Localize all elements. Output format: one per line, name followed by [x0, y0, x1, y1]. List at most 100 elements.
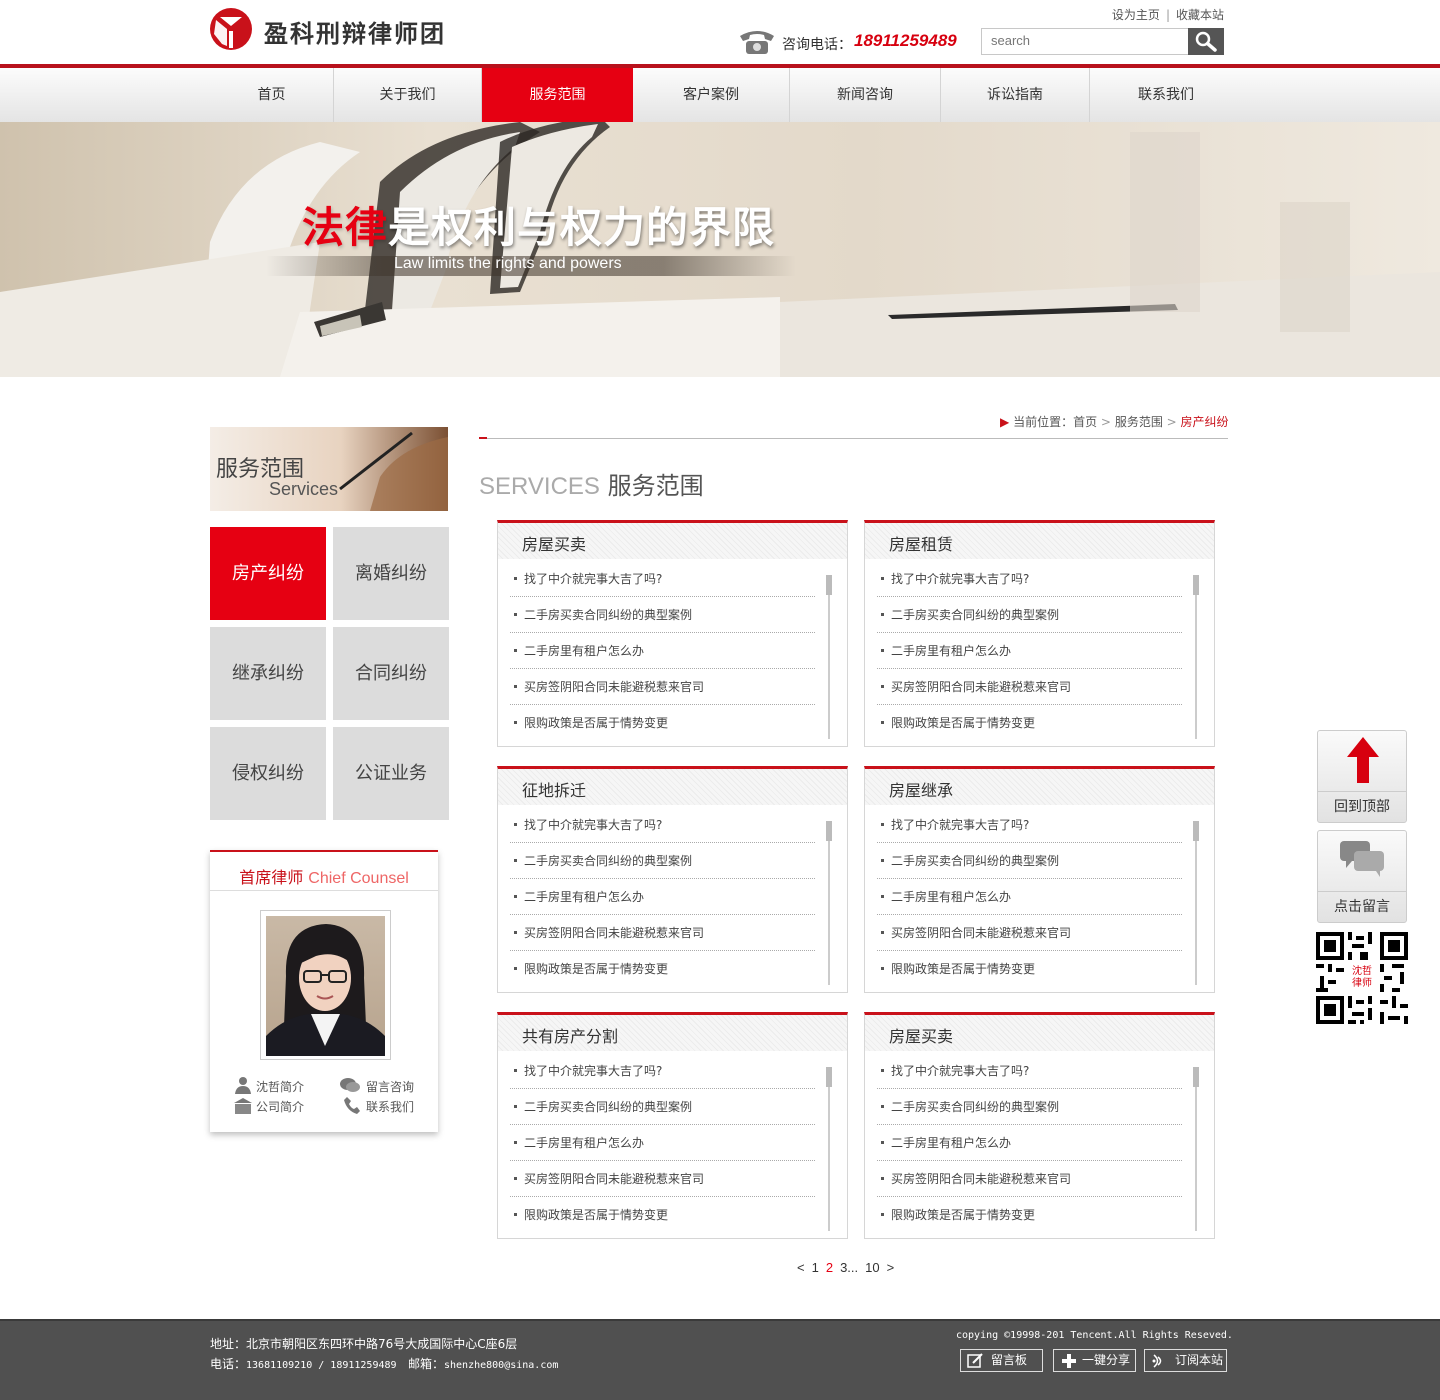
list-scrollbar[interactable]	[1193, 1067, 1199, 1231]
article-link[interactable]: 买房签阴阳合同未能避税惹来官司	[524, 1172, 704, 1186]
list-item[interactable]: 买房签阴阳合同未能避税惹来官司	[877, 1161, 1182, 1197]
category-tort[interactable]: 侵权纠纷	[210, 727, 326, 820]
footer-guestbook-button[interactable]: 留言板	[960, 1349, 1043, 1372]
list-item[interactable]: 二手房买卖合同纠纷的典型案例	[510, 843, 815, 879]
article-link[interactable]: 限购政策是否属于情势变更	[891, 962, 1035, 976]
nav-item-services[interactable]: 服务范围	[482, 68, 633, 122]
list-item[interactable]: 限购政策是否属于情势变更	[510, 705, 815, 741]
article-link[interactable]: 找了中介就完事大吉了吗?	[524, 1064, 662, 1078]
set-homepage-link[interactable]: 设为主页	[1112, 8, 1160, 22]
list-item[interactable]: 限购政策是否属于情势变更	[510, 1197, 815, 1233]
footer-email[interactable]: shenzhe800@sina.com	[444, 1360, 558, 1371]
list-item[interactable]: 买房签阴阳合同未能避税惹来官司	[877, 669, 1182, 705]
list-scrollbar[interactable]	[1193, 575, 1199, 739]
list-item[interactable]: 二手房买卖合同纠纷的典型案例	[510, 1089, 815, 1125]
list-item[interactable]: 二手房买卖合同纠纷的典型案例	[877, 597, 1182, 633]
list-item[interactable]: 找了中介就完事大吉了吗?	[510, 807, 815, 843]
article-link[interactable]: 二手房里有租户怎么办	[524, 644, 644, 658]
nav-item-guide[interactable]: 诉讼指南	[941, 68, 1090, 122]
article-link[interactable]: 二手房里有租户怎么办	[524, 890, 644, 904]
service-box-title[interactable]: 共有房产分割	[522, 1023, 618, 1047]
article-link[interactable]: 找了中介就完事大吉了吗?	[891, 818, 1029, 832]
breadcrumb-home[interactable]: 首页	[1073, 415, 1097, 429]
list-scrollbar[interactable]	[826, 1067, 832, 1231]
article-link[interactable]: 买房签阴阳合同未能避税惹来官司	[891, 680, 1071, 694]
list-item[interactable]: 二手房里有租户怎么办	[510, 633, 815, 669]
article-link[interactable]: 买房签阴阳合同未能避税惹来官司	[891, 926, 1071, 940]
list-item[interactable]: 二手房里有租户怎么办	[877, 633, 1182, 669]
article-link[interactable]: 买房签阴阳合同未能避税惹来官司	[524, 926, 704, 940]
article-link[interactable]: 找了中介就完事大吉了吗?	[524, 818, 662, 832]
article-link[interactable]: 二手房买卖合同纠纷的典型案例	[891, 854, 1059, 868]
list-item[interactable]: 买房签阴阳合同未能避税惹来官司	[510, 915, 815, 951]
article-link[interactable]: 限购政策是否属于情势变更	[891, 1208, 1035, 1222]
category-inheritance[interactable]: 继承纠纷	[210, 627, 326, 720]
article-link[interactable]: 二手房里有租户怎么办	[891, 890, 1011, 904]
list-item[interactable]: 二手房里有租户怎么办	[877, 879, 1182, 915]
list-item[interactable]: 二手房里有租户怎么办	[877, 1125, 1182, 1161]
contact-us-link[interactable]: 联系我们	[366, 1098, 414, 1115]
pager-page-1[interactable]: 1	[812, 1260, 819, 1275]
list-item[interactable]: 找了中介就完事大吉了吗?	[877, 1053, 1182, 1089]
list-item[interactable]: 限购政策是否属于情势变更	[510, 951, 815, 987]
article-link[interactable]: 限购政策是否属于情势变更	[524, 1208, 668, 1222]
service-box-title[interactable]: 房屋继承	[889, 777, 953, 801]
nav-item-news[interactable]: 新闻咨询	[790, 68, 941, 122]
list-item[interactable]: 找了中介就完事大吉了吗?	[510, 561, 815, 597]
category-divorce[interactable]: 离婚纠纷	[333, 527, 449, 620]
list-item[interactable]: 限购政策是否属于情势变更	[877, 1197, 1182, 1233]
service-box-title[interactable]: 房屋买卖	[889, 1023, 953, 1047]
list-item[interactable]: 找了中介就完事大吉了吗?	[877, 807, 1182, 843]
breadcrumb-services[interactable]: 服务范围	[1115, 415, 1163, 429]
nav-item-home[interactable]: 首页	[210, 68, 334, 122]
article-link[interactable]: 找了中介就完事大吉了吗?	[891, 572, 1029, 586]
category-contract[interactable]: 合同纠纷	[333, 627, 449, 720]
category-notary[interactable]: 公证业务	[333, 727, 449, 820]
search-button[interactable]	[1188, 28, 1224, 55]
search-input[interactable]: search	[981, 28, 1189, 55]
article-link[interactable]: 找了中介就完事大吉了吗?	[524, 572, 662, 586]
list-item[interactable]: 限购政策是否属于情势变更	[877, 951, 1182, 987]
pager-prev[interactable]: <	[797, 1260, 805, 1275]
bookmark-link[interactable]: 收藏本站	[1176, 8, 1224, 22]
nav-item-cases[interactable]: 客户案例	[633, 68, 790, 122]
company-intro-link[interactable]: 公司简介	[256, 1098, 304, 1115]
pager-page-2[interactable]: 2	[826, 1260, 833, 1275]
article-link[interactable]: 二手房买卖合同纠纷的典型案例	[524, 608, 692, 622]
article-link[interactable]: 买房签阴阳合同未能避税惹来官司	[524, 680, 704, 694]
category-real-estate[interactable]: 房产纠纷	[210, 527, 326, 620]
service-box-title[interactable]: 房屋买卖	[522, 531, 586, 555]
back-to-top-button[interactable]: 回到顶部	[1317, 730, 1407, 823]
article-link[interactable]: 二手房里有租户怎么办	[891, 1136, 1011, 1150]
pager-next[interactable]: >	[887, 1260, 895, 1275]
article-link[interactable]: 二手房里有租户怎么办	[891, 644, 1011, 658]
article-link[interactable]: 限购政策是否属于情势变更	[891, 716, 1035, 730]
counsel-photo[interactable]	[260, 910, 391, 1060]
list-item[interactable]: 买房签阴阳合同未能避税惹来官司	[510, 1161, 815, 1197]
article-link[interactable]: 二手房买卖合同纠纷的典型案例	[524, 854, 692, 868]
service-box-title[interactable]: 征地拆迁	[522, 777, 586, 801]
list-item[interactable]: 二手房买卖合同纠纷的典型案例	[510, 597, 815, 633]
article-link[interactable]: 买房签阴阳合同未能避税惹来官司	[891, 1172, 1071, 1186]
list-item[interactable]: 二手房买卖合同纠纷的典型案例	[877, 1089, 1182, 1125]
site-logo[interactable]: 盈科刑辩律师团	[210, 8, 470, 52]
list-scrollbar[interactable]	[826, 821, 832, 985]
list-item[interactable]: 二手房里有租户怎么办	[510, 1125, 815, 1161]
list-item[interactable]: 二手房里有租户怎么办	[510, 879, 815, 915]
nav-item-contact[interactable]: 联系我们	[1090, 68, 1242, 122]
pager-page-last[interactable]: 10	[865, 1260, 879, 1275]
article-link[interactable]: 二手房买卖合同纠纷的典型案例	[524, 1100, 692, 1114]
list-scrollbar[interactable]	[826, 575, 832, 739]
article-link[interactable]: 二手房买卖合同纠纷的典型案例	[891, 608, 1059, 622]
nav-item-about[interactable]: 关于我们	[334, 68, 482, 122]
list-item[interactable]: 限购政策是否属于情势变更	[877, 705, 1182, 741]
message-consult-link[interactable]: 留言咨询	[366, 1078, 414, 1095]
service-box-title[interactable]: 房屋租赁	[889, 531, 953, 555]
article-link[interactable]: 二手房买卖合同纠纷的典型案例	[891, 1100, 1059, 1114]
leave-message-button[interactable]: 点击留言	[1317, 830, 1407, 923]
article-link[interactable]: 找了中介就完事大吉了吗?	[891, 1064, 1029, 1078]
article-link[interactable]: 限购政策是否属于情势变更	[524, 716, 668, 730]
list-item[interactable]: 二手房买卖合同纠纷的典型案例	[877, 843, 1182, 879]
article-link[interactable]: 限购政策是否属于情势变更	[524, 962, 668, 976]
footer-share-button[interactable]: 一键分享	[1053, 1349, 1136, 1372]
